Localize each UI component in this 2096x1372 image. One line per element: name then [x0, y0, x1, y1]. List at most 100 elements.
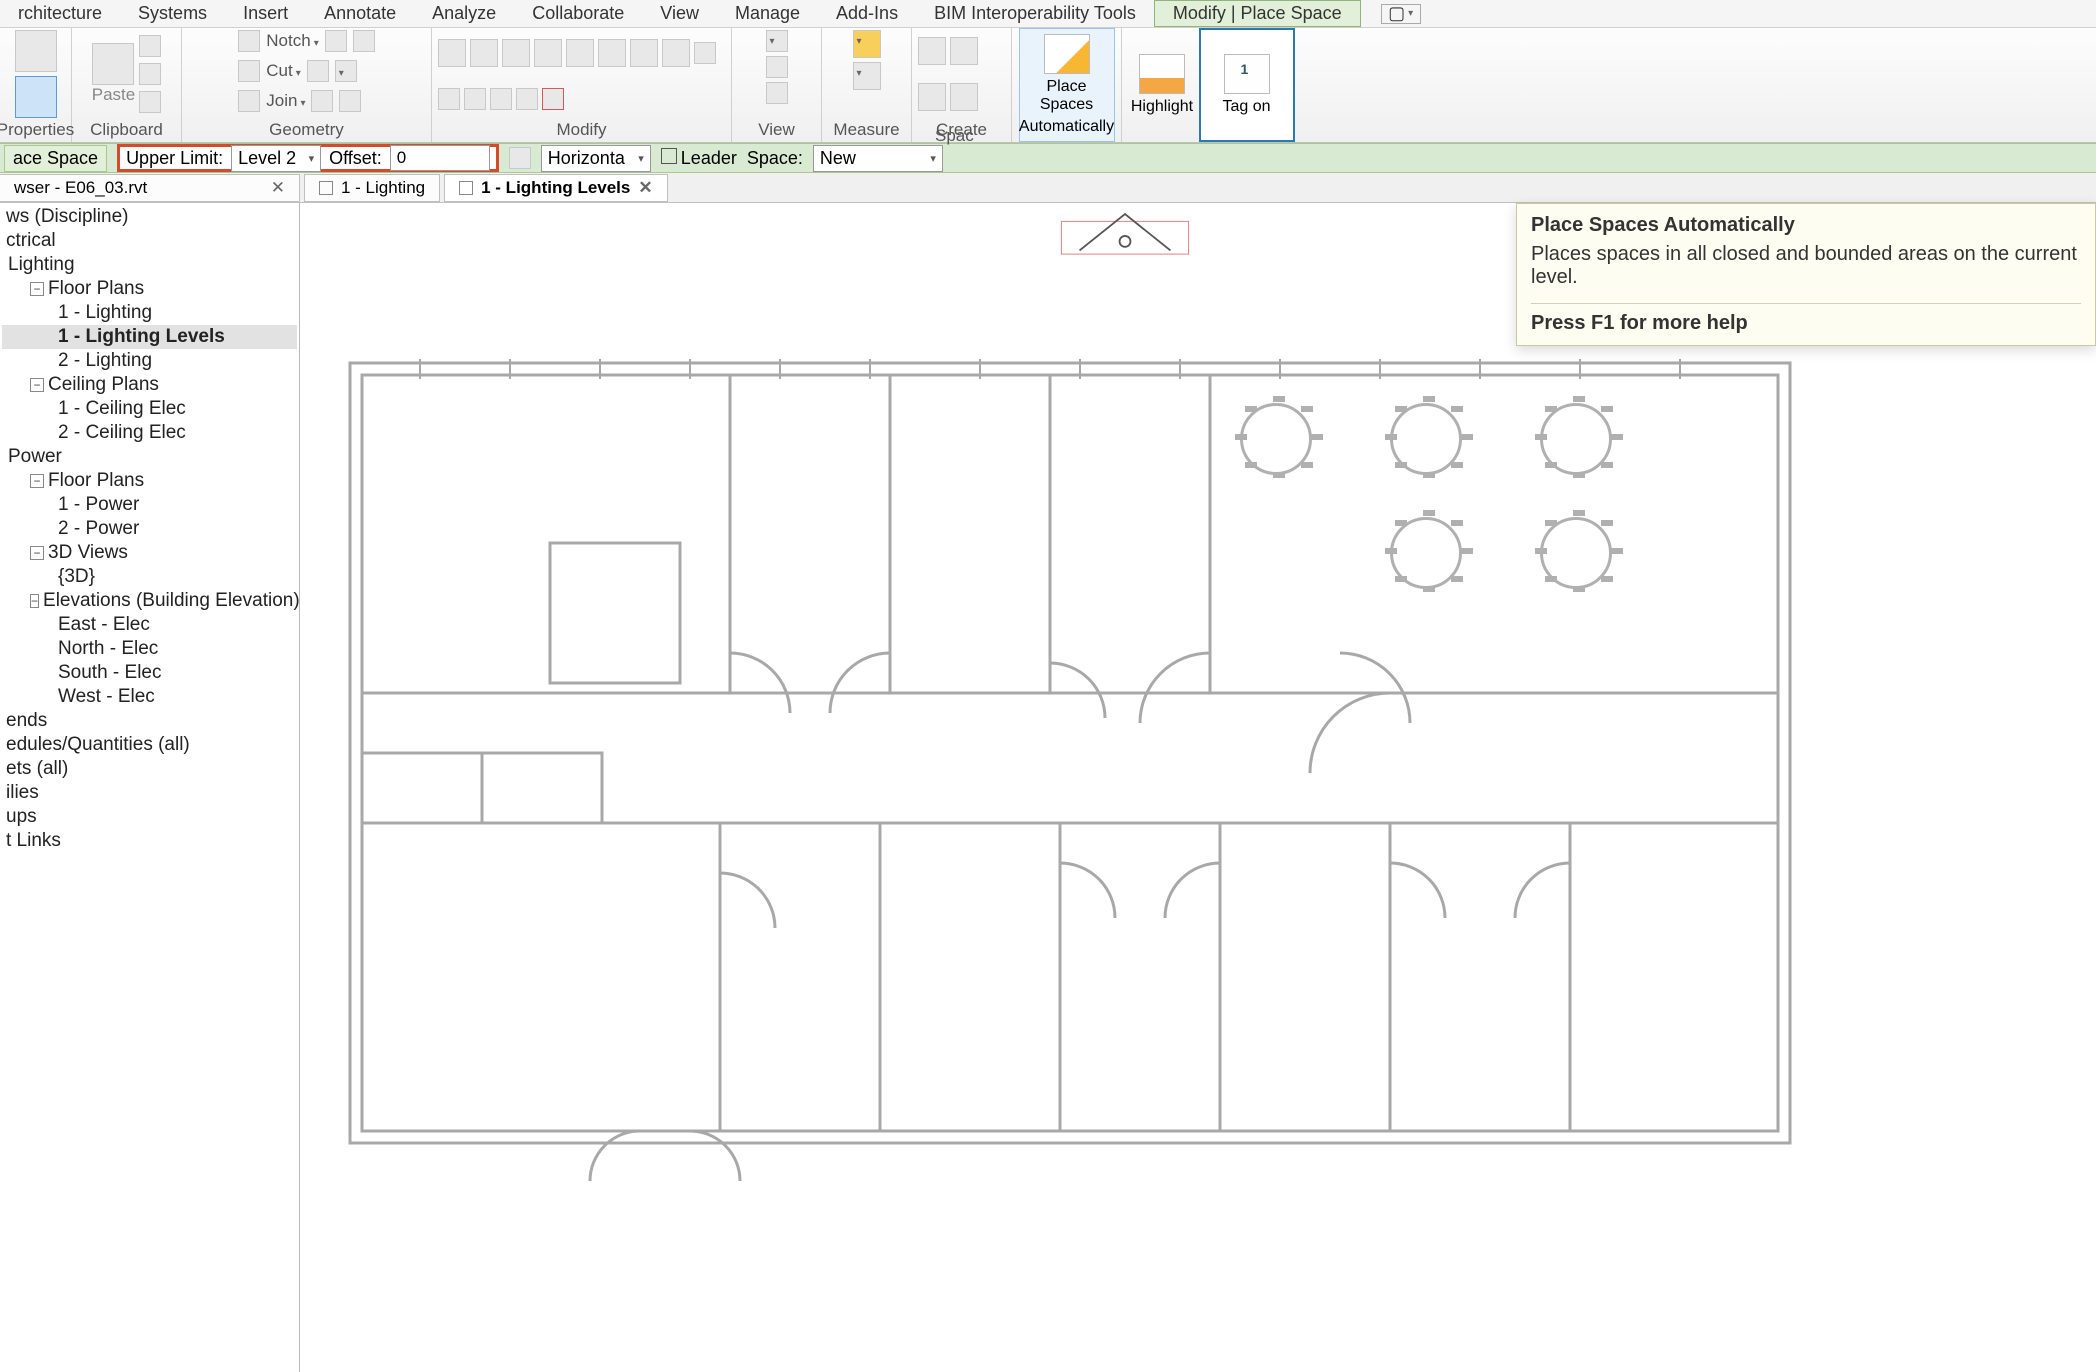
- notch-icon[interactable]: [238, 30, 260, 52]
- cut2-icon[interactable]: [307, 60, 329, 82]
- measure-tape-icon[interactable]: [853, 30, 881, 58]
- collapse-icon[interactable]: −: [30, 546, 44, 560]
- tab-1-lighting[interactable]: 1 - Lighting: [304, 174, 440, 202]
- menu-addins[interactable]: Add-Ins: [818, 1, 916, 26]
- delete-icon[interactable]: [542, 88, 564, 110]
- node-power[interactable]: Power: [2, 445, 297, 469]
- cope2-icon[interactable]: [353, 30, 375, 52]
- place-space-mode-button[interactable]: ace Space: [4, 145, 107, 172]
- collapse-icon[interactable]: −: [30, 474, 44, 488]
- notch-button[interactable]: Notch: [266, 31, 318, 51]
- pin-icon[interactable]: [490, 88, 512, 110]
- mirror-draw-icon[interactable]: [534, 39, 562, 67]
- browser-tree[interactable]: ws (Discipline) ctrical Lighting −Floor …: [0, 203, 299, 855]
- node-legends[interactable]: ends: [2, 709, 297, 733]
- cut3-icon[interactable]: [335, 60, 357, 82]
- view-thin-lines-icon[interactable]: [766, 56, 788, 78]
- leader-checkbox[interactable]: [661, 148, 677, 164]
- node-sheets[interactable]: ets (all): [2, 757, 297, 781]
- minimize-ribbon-button[interactable]: ▢: [1381, 4, 1421, 24]
- node-floor-plans[interactable]: −Floor Plans: [2, 277, 297, 301]
- create-group-icon[interactable]: [918, 37, 946, 65]
- menu-view[interactable]: View: [642, 1, 717, 26]
- tag-edit-icon[interactable]: [509, 147, 531, 169]
- join-geom-button[interactable]: Join: [266, 91, 305, 111]
- menu-modify-place-space[interactable]: Modify | Place Space: [1154, 0, 1361, 27]
- offset-icon[interactable]: [470, 39, 498, 67]
- mirror-pick-icon[interactable]: [502, 39, 530, 67]
- collapse-icon[interactable]: −: [30, 378, 44, 392]
- menu-insert[interactable]: Insert: [225, 1, 306, 26]
- node-ceiling-plans[interactable]: −Ceiling Plans: [2, 373, 297, 397]
- node-views-discipline[interactable]: ws (Discipline): [2, 205, 297, 229]
- node-families[interactable]: ilies: [2, 781, 297, 805]
- upper-limit-dropdown[interactable]: Level 2: [231, 145, 321, 172]
- cut-geom-icon[interactable]: [238, 60, 260, 82]
- split-icon[interactable]: [694, 42, 716, 64]
- node-schedules[interactable]: edules/Quantities (all): [2, 733, 297, 757]
- node-elevations[interactable]: −Elevations (Building Elevation): [2, 589, 297, 613]
- menu-architecture[interactable]: rchitecture: [0, 1, 120, 26]
- create-part-icon[interactable]: [918, 83, 946, 111]
- cut-geom-button[interactable]: Cut: [266, 61, 301, 81]
- node-electrical[interactable]: ctrical: [2, 229, 297, 253]
- node-north-elec[interactable]: North - Elec: [2, 637, 297, 661]
- node-2-ceiling-elec[interactable]: 2 - Ceiling Elec: [2, 421, 297, 445]
- node-south-elec[interactable]: South - Elec: [2, 661, 297, 685]
- paste-icon[interactable]: [92, 43, 134, 85]
- menu-systems[interactable]: Systems: [120, 1, 225, 26]
- menu-manage[interactable]: Manage: [717, 1, 818, 26]
- collapse-icon[interactable]: −: [30, 594, 39, 608]
- node-3d[interactable]: {3D}: [2, 565, 297, 589]
- align-icon[interactable]: [438, 39, 466, 67]
- menu-collaborate[interactable]: Collaborate: [514, 1, 642, 26]
- node-groups[interactable]: ups: [2, 805, 297, 829]
- trim-icon[interactable]: [662, 39, 690, 67]
- view-reveal-icon[interactable]: [766, 82, 788, 104]
- menu-analyze[interactable]: Analyze: [414, 1, 514, 26]
- cut-clipboard-icon[interactable]: [139, 35, 161, 57]
- match-type-icon[interactable]: [139, 91, 161, 113]
- node-1-power[interactable]: 1 - Power: [2, 493, 297, 517]
- tab-close-icon[interactable]: ✕: [638, 178, 652, 198]
- measure-dim-icon[interactable]: [853, 62, 881, 90]
- node-floor-plans-power[interactable]: −Floor Plans: [2, 469, 297, 493]
- node-1-lighting-levels[interactable]: 1 - Lighting Levels: [2, 325, 297, 349]
- tag-on-button[interactable]: 1 Tag on: [1199, 28, 1295, 142]
- rotate-icon[interactable]: [630, 39, 658, 67]
- copy-clipboard-icon[interactable]: [139, 63, 161, 85]
- menu-bim-tools[interactable]: BIM Interoperability Tools: [916, 1, 1154, 26]
- node-links[interactable]: t Links: [2, 829, 297, 853]
- node-east-elec[interactable]: East - Elec: [2, 613, 297, 637]
- drawing-canvas[interactable]: Place Spaces Automatically Places spaces…: [300, 203, 2096, 1372]
- move-icon[interactable]: [566, 39, 594, 67]
- copy-icon[interactable]: [598, 39, 626, 67]
- node-3d-views[interactable]: −3D Views: [2, 541, 297, 565]
- node-2-lighting[interactable]: 2 - Lighting: [2, 349, 297, 373]
- node-lighting[interactable]: Lighting: [2, 253, 297, 277]
- leader-checkbox-label[interactable]: Leader: [661, 148, 737, 169]
- browser-close-icon[interactable]: ✕: [271, 178, 285, 198]
- highlight-button[interactable]: Highlight: [1114, 30, 1210, 140]
- array-icon[interactable]: [438, 88, 460, 110]
- properties-icon[interactable]: [15, 76, 57, 118]
- menu-annotate[interactable]: Annotate: [306, 1, 414, 26]
- offset-input[interactable]: [390, 145, 490, 171]
- view-graphics-icon[interactable]: [766, 30, 788, 52]
- create-assembly-icon[interactable]: [950, 37, 978, 65]
- space-dropdown[interactable]: New: [813, 145, 943, 172]
- scale-icon[interactable]: [464, 88, 486, 110]
- node-2-power[interactable]: 2 - Power: [2, 517, 297, 541]
- modify-tool-icon[interactable]: [15, 30, 57, 72]
- join-geom-icon[interactable]: [238, 90, 260, 112]
- node-west-elec[interactable]: West - Elec: [2, 685, 297, 709]
- cope-icon[interactable]: [325, 30, 347, 52]
- place-spaces-automatically-button[interactable]: Place Spaces Automatically: [1019, 28, 1115, 142]
- collapse-icon[interactable]: −: [30, 282, 44, 296]
- tab-1-lighting-levels[interactable]: 1 - Lighting Levels ✕: [444, 174, 668, 202]
- tag-orientation-dropdown[interactable]: Horizonta: [541, 145, 651, 172]
- join2-icon[interactable]: [311, 90, 333, 112]
- unpin-icon[interactable]: [516, 88, 538, 110]
- join3-icon[interactable]: [339, 90, 361, 112]
- node-1-ceiling-elec[interactable]: 1 - Ceiling Elec: [2, 397, 297, 421]
